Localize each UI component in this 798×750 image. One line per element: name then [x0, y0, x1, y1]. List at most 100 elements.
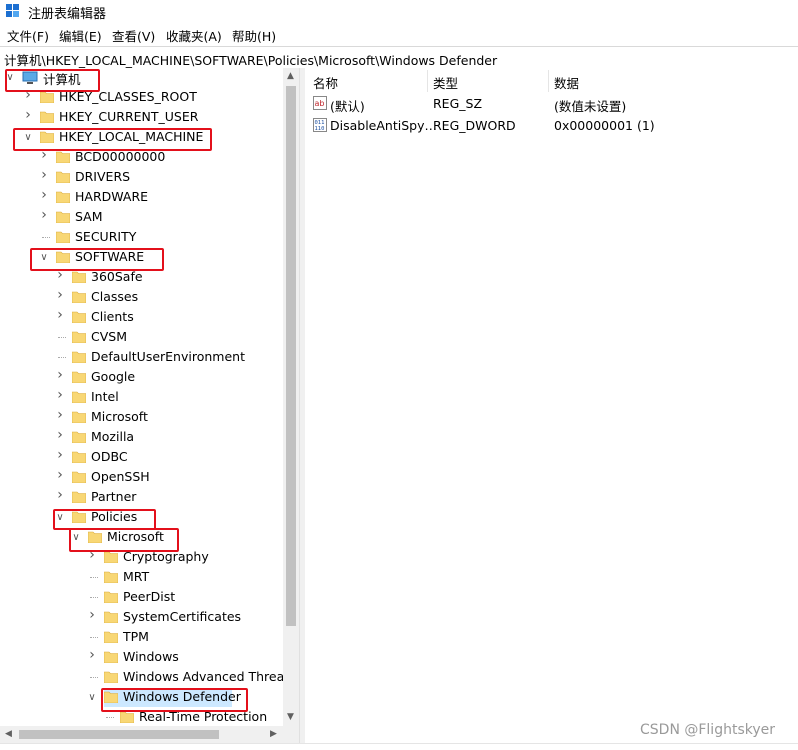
chevron-right-icon[interactable]: › — [86, 648, 98, 662]
tree-label: Classes — [91, 289, 139, 304]
tree-vertical-scrollbar[interactable]: ▲ ▼ — [283, 68, 299, 726]
folder-icon — [72, 371, 86, 383]
value-data: 0x00000001 (1) — [554, 118, 655, 133]
address-path[interactable]: 计算机\HKEY_LOCAL_MACHINE\SOFTWARE\Policies… — [4, 50, 497, 69]
folder-icon — [72, 291, 86, 303]
chevron-right-icon[interactable]: › — [54, 488, 66, 502]
tree-node[interactable]: › Intel — [0, 388, 283, 408]
value-row[interactable]: ab (默认) REG_SZ (数值未设置) — [305, 94, 798, 114]
folder-icon — [120, 711, 134, 723]
column-header-type[interactable]: 类型 — [433, 73, 458, 92]
tree-label: Mozilla — [91, 429, 135, 444]
folder-icon — [56, 191, 70, 203]
svg-text:110: 110 — [315, 126, 325, 132]
chevron-right-icon[interactable]: › — [54, 388, 66, 402]
tree-node[interactable]: › HKEY_CURRENT_USER — [0, 108, 283, 128]
menu-file[interactable]: 文件(F) — [7, 26, 49, 45]
tree-label: DefaultUserEnvironment — [91, 349, 245, 364]
chevron-right-icon[interactable]: › — [86, 608, 98, 622]
tree-connector — [90, 577, 98, 578]
scroll-right-icon[interactable]: ▶ — [270, 729, 277, 739]
string-value-icon: ab — [313, 96, 327, 110]
tree-node[interactable]: MRT — [0, 568, 283, 588]
tree-node[interactable]: DefaultUserEnvironment — [0, 348, 283, 368]
tree-label: HARDWARE — [75, 189, 149, 204]
menu-help[interactable]: 帮助(H) — [232, 26, 276, 45]
tree-node[interactable]: › Microsoft — [0, 408, 283, 428]
chevron-right-icon[interactable]: › — [38, 208, 50, 222]
folder-icon — [40, 111, 54, 123]
chevron-right-icon[interactable]: › — [22, 108, 34, 122]
column-divider[interactable] — [427, 70, 428, 92]
tree-label: Clients — [91, 309, 134, 324]
tree-label: TPM — [123, 629, 149, 644]
scroll-down-icon[interactable]: ▼ — [287, 712, 294, 722]
values-pane: 名称 类型 数据 ab (默认) REG_SZ (数值未设置) 011 110 … — [305, 68, 798, 743]
tree-node[interactable]: › Windows — [0, 648, 283, 668]
watermark: CSDN @Flightskyer — [640, 722, 776, 738]
tree-node[interactable]: › SystemCertificates — [0, 608, 283, 628]
menu-view[interactable]: 查看(V) — [112, 26, 155, 45]
chevron-right-icon[interactable]: › — [54, 368, 66, 382]
tree-label: Intel — [91, 389, 119, 404]
chevron-right-icon[interactable]: › — [54, 408, 66, 422]
tree-node[interactable]: › BCD00000000 — [0, 148, 283, 168]
chevron-down-icon[interactable]: ∨ — [86, 692, 98, 704]
tree-node[interactable]: PeerDist — [0, 588, 283, 608]
highlight-box-computer — [5, 69, 100, 92]
tree-connector — [58, 337, 66, 338]
chevron-right-icon[interactable]: › — [54, 428, 66, 442]
menu-edit[interactable]: 编辑(E) — [59, 26, 102, 45]
tree-node[interactable]: › Mozilla — [0, 428, 283, 448]
tree-label: DRIVERS — [75, 169, 131, 184]
address-bar[interactable]: 计算机\HKEY_LOCAL_MACHINE\SOFTWARE\Policies… — [0, 46, 798, 69]
scroll-thumb-horizontal[interactable] — [19, 730, 219, 739]
tree-node[interactable]: TPM — [0, 628, 283, 648]
window-title: 注册表编辑器 — [28, 7, 107, 22]
tree-horizontal-scrollbar[interactable]: ◀ ▶ — [0, 726, 299, 743]
folder-icon — [56, 211, 70, 223]
title-bar: 注册表编辑器 — [0, 0, 798, 22]
column-divider[interactable] — [548, 70, 549, 92]
tree-label: Google — [91, 369, 136, 384]
scroll-left-icon[interactable]: ◀ — [5, 729, 12, 739]
chevron-right-icon[interactable]: › — [38, 168, 50, 182]
highlight-box-hklm — [13, 128, 212, 151]
value-name: (默认) — [330, 99, 365, 114]
column-header-name[interactable]: 名称 — [313, 73, 338, 92]
tree-label: PeerDist — [123, 589, 176, 604]
chevron-right-icon[interactable]: › — [54, 308, 66, 322]
tree-node[interactable]: CVSM — [0, 328, 283, 348]
tree-node[interactable]: › 360Safe — [0, 268, 283, 288]
tree-node[interactable]: › SAM — [0, 208, 283, 228]
menu-favorites[interactable]: 收藏夹(A) — [166, 26, 222, 45]
column-header-data[interactable]: 数据 — [554, 73, 579, 92]
folder-icon — [56, 151, 70, 163]
chevron-right-icon[interactable]: › — [54, 288, 66, 302]
chevron-right-icon[interactable]: › — [54, 448, 66, 462]
tree-node[interactable]: Windows Advanced Threat — [0, 668, 289, 688]
value-row[interactable]: 011 110 DisableAntiSpy… REG_DWORD 0x0000… — [305, 116, 798, 136]
folder-icon — [56, 171, 70, 183]
tree-node[interactable]: › Clients — [0, 308, 283, 328]
tree-node[interactable]: › DRIVERS — [0, 168, 283, 188]
tree-node[interactable]: › Classes — [0, 288, 283, 308]
tree-node[interactable]: › OpenSSH — [0, 468, 283, 488]
folder-icon — [72, 391, 86, 403]
folder-icon — [72, 331, 86, 343]
tree-node[interactable]: › Partner — [0, 488, 283, 508]
chevron-right-icon[interactable]: › — [54, 468, 66, 482]
tree-node[interactable]: SECURITY — [0, 228, 283, 248]
tree-label: CVSM — [91, 329, 127, 344]
folder-icon — [104, 571, 118, 583]
folder-icon — [104, 671, 118, 683]
svg-text:ab: ab — [315, 99, 325, 108]
scroll-thumb[interactable] — [286, 86, 296, 626]
chevron-right-icon[interactable]: › — [38, 188, 50, 202]
tree-node[interactable]: › ODBC — [0, 448, 283, 468]
tree-node[interactable]: › Google — [0, 368, 283, 388]
tree-node[interactable]: › HARDWARE — [0, 188, 283, 208]
folder-icon — [72, 411, 86, 423]
tree-connector — [90, 597, 98, 598]
scroll-up-icon[interactable]: ▲ — [287, 71, 294, 81]
